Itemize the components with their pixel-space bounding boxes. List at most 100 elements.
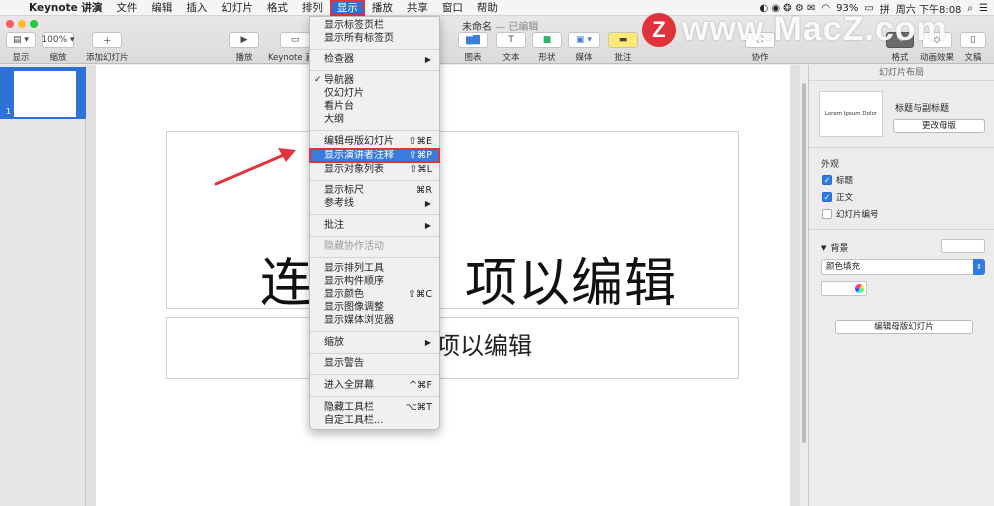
- menu-item-comments[interactable]: 批注 ▶: [310, 219, 439, 232]
- slide-thumbnail-selected[interactable]: 1: [0, 67, 86, 119]
- background-heading: 背景: [830, 244, 849, 254]
- checkbox-empty[interactable]: [822, 209, 832, 219]
- check-icon[interactable]: ✓: [822, 192, 832, 202]
- slide-title-right: 项以编辑: [465, 254, 678, 314]
- layout-thumbnail[interactable]: Lorem Ipsum Dolor: [819, 91, 883, 137]
- notification-icon[interactable]: ☰: [979, 3, 988, 14]
- menu-file[interactable]: 文件: [109, 0, 144, 16]
- background-section[interactable]: ▼ 背景: [821, 241, 849, 255]
- menu-share[interactable]: 共享: [400, 0, 435, 16]
- menu-item-show-all-tabs[interactable]: 显示所有标签页: [310, 32, 439, 45]
- comment-tool[interactable]: ▬ 批注: [608, 32, 638, 63]
- menu-play[interactable]: 播放: [365, 0, 400, 16]
- check-icon[interactable]: ✓: [822, 175, 832, 185]
- color-wheel-icon[interactable]: [855, 284, 864, 293]
- minimize-window-button[interactable]: [18, 20, 26, 28]
- annotation-arrow: [214, 148, 296, 186]
- chart-tool[interactable]: ▆▇ 图表: [458, 32, 488, 63]
- keynote-live-icon[interactable]: ▭: [280, 32, 311, 48]
- media-icon[interactable]: ▣ ▾: [568, 32, 600, 48]
- menu-item-enter-fullscreen[interactable]: 进入全屏幕 ^⌘F: [310, 379, 439, 392]
- plus-icon[interactable]: ＋: [92, 32, 123, 48]
- menu-edit[interactable]: 编辑: [144, 0, 179, 16]
- shape-tool[interactable]: ■ 形状: [532, 32, 562, 63]
- menu-help[interactable]: 帮助: [470, 0, 505, 16]
- background-swatch[interactable]: [941, 239, 985, 253]
- layout-thumbnail-text: Lorem Ipsum Dolor: [824, 111, 878, 117]
- scrollbar-thumb[interactable]: [802, 83, 806, 443]
- menu-item-label: 仅幻灯片: [324, 88, 364, 99]
- shape-icon[interactable]: ■: [532, 32, 562, 48]
- menu-item-show-arrange-tools[interactable]: 显示排列工具: [310, 262, 439, 275]
- title-checkbox[interactable]: ✓ 标题: [822, 174, 853, 186]
- menu-arrange[interactable]: 排列: [295, 0, 330, 16]
- menu-item-label: 编辑母版幻灯片: [324, 136, 394, 147]
- add-slide-tool[interactable]: ＋ 添加幻灯片: [86, 32, 129, 63]
- slide-number: 1: [6, 107, 12, 116]
- menu-item-label: 显示标尺: [324, 185, 364, 196]
- view-tool[interactable]: ▤ ▾ 显示: [6, 32, 36, 63]
- zoom-select[interactable]: 100% ▾: [41, 32, 75, 48]
- close-window-button[interactable]: [6, 20, 14, 28]
- menu-item-show-presenter-notes[interactable]: 显示演讲者注释 ⇧⌘P: [309, 148, 440, 163]
- play-icon[interactable]: ▶: [229, 32, 259, 48]
- zoom-label: 缩放: [49, 53, 67, 63]
- menu-item-show-rulers[interactable]: 显示标尺 ⌘R: [310, 184, 439, 197]
- body-checkbox[interactable]: ✓ 正文: [822, 191, 853, 203]
- menu-slide[interactable]: 幻灯片: [214, 0, 260, 16]
- media-tool[interactable]: ▣ ▾ 媒体: [568, 32, 600, 63]
- text-tool[interactable]: T 文本: [496, 32, 526, 63]
- menu-item-light-table[interactable]: 看片台: [310, 100, 439, 113]
- search-icon[interactable]: ⌕: [967, 3, 973, 14]
- menu-item-guides[interactable]: 参考线 ▶: [310, 197, 439, 210]
- change-master-button[interactable]: 更改母版: [893, 119, 985, 133]
- text-icon[interactable]: T: [496, 32, 526, 48]
- fill-type-select[interactable]: 颜色填充 ⇕: [821, 259, 985, 275]
- zoom-window-button[interactable]: [30, 20, 38, 28]
- menu-separator: [310, 374, 439, 375]
- menu-item-navigator[interactable]: ✓ 导航器: [310, 74, 439, 87]
- edit-master-button[interactable]: 编辑母版幻灯片: [835, 320, 973, 334]
- menu-item-show-object-list[interactable]: 显示对象列表 ⇧⌘L: [310, 163, 439, 176]
- view-icon[interactable]: ▤ ▾: [6, 32, 36, 48]
- menu-item-hide-toolbar[interactable]: 隐藏工具栏 ⌥⌘T: [310, 401, 439, 414]
- chart-icon[interactable]: ▆▇: [458, 32, 488, 48]
- play-tool[interactable]: ▶ 播放: [229, 32, 259, 63]
- menu-window[interactable]: 窗口: [435, 0, 470, 16]
- menu-item-outline[interactable]: 大纲: [310, 113, 439, 126]
- menu-item-label: 进入全屏幕: [324, 380, 374, 391]
- comment-icon[interactable]: ▬: [608, 32, 638, 48]
- document-tool[interactable]: ▯ 文稿: [960, 32, 986, 63]
- window-controls: [6, 20, 38, 28]
- menu-item-show-tab-bar[interactable]: 显示标签页栏: [310, 19, 439, 32]
- slide[interactable]: 连项以编辑 项以编辑: [96, 65, 790, 506]
- document-icon[interactable]: ▯: [960, 32, 986, 48]
- zoom-tool[interactable]: 100% ▾ 缩放: [41, 32, 75, 63]
- menu-app[interactable]: Keynote 讲演: [22, 0, 109, 16]
- menu-item-show-colors[interactable]: 显示颜色 ⇧⌘C: [310, 288, 439, 301]
- menu-item-slide-only[interactable]: 仅幻灯片: [310, 87, 439, 100]
- vertical-scrollbar[interactable]: [800, 65, 808, 506]
- slide-thumbnail[interactable]: [14, 71, 76, 117]
- slide-number-checkbox[interactable]: 幻灯片编号: [822, 208, 879, 220]
- menu-view[interactable]: 显示: [329, 0, 365, 16]
- checkmark-icon: ✓: [314, 75, 322, 85]
- menu-separator: [310, 70, 439, 71]
- menu-item-show-warnings[interactable]: 显示警告: [310, 357, 439, 370]
- menu-format[interactable]: 格式: [260, 0, 295, 16]
- menu-insert[interactable]: 插入: [179, 0, 214, 16]
- disclosure-triangle-icon[interactable]: ▼: [821, 244, 826, 252]
- menu-item-label: 自定工具栏...: [324, 415, 384, 426]
- color-well[interactable]: [821, 281, 867, 296]
- menu-item-show-build-order[interactable]: 显示构件顺序: [310, 275, 439, 288]
- slide-subtitle[interactable]: 项以编辑: [436, 326, 532, 361]
- menu-item-zoom[interactable]: 缩放 ▶: [310, 336, 439, 349]
- menu-item-inspector[interactable]: 检查器 ▶: [310, 53, 439, 66]
- slide-canvas: 连项以编辑 项以编辑: [86, 65, 800, 506]
- menu-item-customize-toolbar[interactable]: 自定工具栏...: [310, 414, 439, 427]
- menu-item-edit-master[interactable]: 编辑母版幻灯片 ⇧⌘E: [310, 135, 439, 148]
- menu-item-show-media-browser[interactable]: 显示媒体浏览器: [310, 314, 439, 327]
- menu-item-show-image-adjust[interactable]: 显示图像调整: [310, 301, 439, 314]
- shortcut: ⌘R: [415, 185, 432, 196]
- shortcut: ⇧⌘E: [408, 136, 432, 147]
